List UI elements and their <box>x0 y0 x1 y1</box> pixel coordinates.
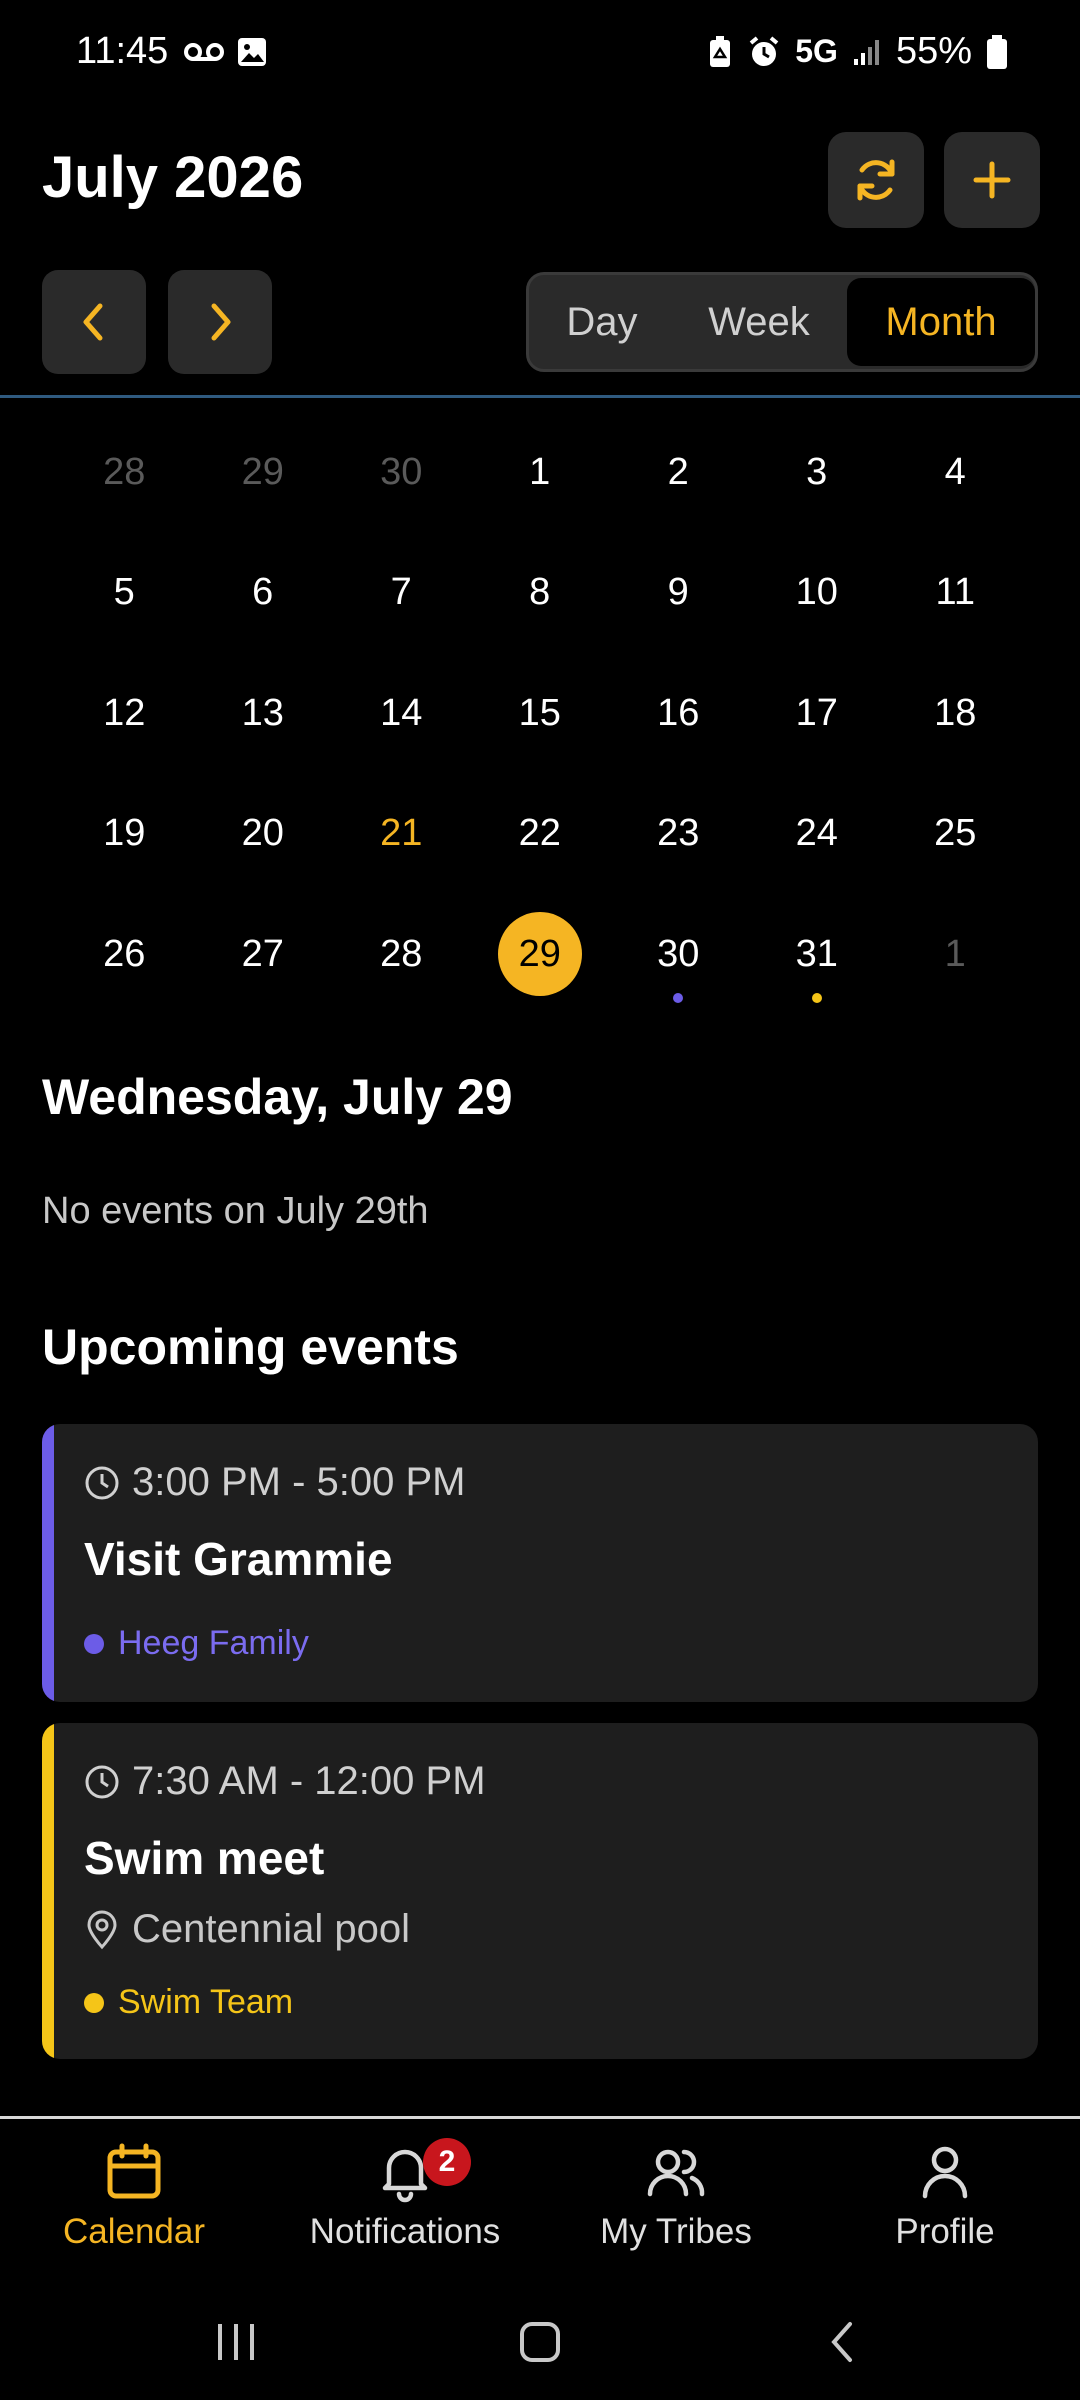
no-events-message: No events on July 29th <box>42 1190 429 1232</box>
network-type: 5G <box>795 33 838 69</box>
upcoming-events-heading: Upcoming events <box>42 1319 459 1375</box>
calendar-day[interactable]: 26 <box>55 894 194 1015</box>
tab-my-tribes-label: My Tribes <box>600 2212 752 2251</box>
calendar-day-prev-month[interactable]: 30 <box>332 412 471 533</box>
chevron-left-icon <box>83 303 103 341</box>
event-title: Swim meet <box>84 1832 325 1884</box>
next-month-button[interactable] <box>168 270 272 374</box>
tab-notifications-label: Notifications <box>309 2212 501 2251</box>
calendar-day[interactable]: 31 <box>748 894 887 1015</box>
calendar-day[interactable]: 17 <box>748 653 887 774</box>
calendar-day-today[interactable]: 21 <box>332 774 471 895</box>
view-switcher: Day Week Month <box>526 272 1038 372</box>
event-location: Centennial pool <box>132 1907 410 1951</box>
calendar-day[interactable]: 1 <box>471 412 610 533</box>
status-time: 11:45 <box>76 30 169 72</box>
calendar-day-prev-month[interactable]: 28 <box>55 412 194 533</box>
alarm-icon <box>749 35 779 66</box>
calendar-day[interactable]: 5 <box>55 533 194 654</box>
signal-icon <box>853 39 879 65</box>
calendar-day[interactable]: 28 <box>332 894 471 1015</box>
users-icon <box>647 2149 705 2197</box>
calendar-day[interactable]: 10 <box>748 533 887 654</box>
image-icon <box>238 38 266 66</box>
calendar-day[interactable]: 11 <box>886 533 1025 654</box>
event-time: 7:30 AM - 12:00 PM <box>132 1759 486 1803</box>
tribe-dot <box>84 1992 104 2013</box>
calendar-day[interactable]: 18 <box>886 653 1025 774</box>
tab-calendar[interactable]: Calendar <box>14 2140 254 2252</box>
calendar-day[interactable]: 30 <box>609 894 748 1015</box>
event-dot <box>673 992 684 1003</box>
event-card[interactable]: 7:30 AM - 12:00 PM Swim meet Centennial … <box>42 1723 1038 2059</box>
calendar-day-selected[interactable]: 29 <box>471 894 610 1015</box>
calendar-day[interactable]: 2 <box>609 412 748 533</box>
calendar-day[interactable]: 6 <box>194 533 333 654</box>
event-tribe: Heeg Family <box>118 1624 309 1662</box>
calendar-day[interactable]: 12 <box>55 653 194 774</box>
calendar-day[interactable]: 24 <box>748 774 887 895</box>
calendar-day[interactable]: 4 <box>886 412 1025 533</box>
event-time: 3:00 PM - 5:00 PM <box>132 1460 466 1504</box>
bottom-nav-divider <box>0 2116 1080 2119</box>
selected-date-heading: Wednesday, July 29 <box>42 1069 513 1125</box>
tab-my-tribes[interactable]: My Tribes <box>556 2140 796 2252</box>
calendar-day[interactable]: 9 <box>609 533 748 654</box>
calendar-day[interactable]: 8 <box>471 533 610 654</box>
tab-notifications[interactable]: 2 Notifications <box>285 2138 525 2252</box>
calendar-day[interactable]: 3 <box>748 412 887 533</box>
view-month-button[interactable]: Month <box>847 278 1035 366</box>
location-pin-icon <box>87 1910 117 1949</box>
view-week-button[interactable]: Week <box>675 275 843 369</box>
previous-month-button[interactable] <box>42 270 146 374</box>
event-color-bar <box>42 1723 54 2059</box>
event-title: Visit Grammie <box>84 1533 393 1585</box>
user-icon <box>922 2146 968 2199</box>
calendar-day[interactable]: 25 <box>886 774 1025 895</box>
month-calendar-grid: 28 29 30 1 2 3 4 5 6 7 8 9 10 11 12 13 1… <box>55 412 1025 1015</box>
calendar-day[interactable]: 20 <box>194 774 333 895</box>
event-dot <box>811 992 822 1003</box>
calendar-day[interactable]: 19 <box>55 774 194 895</box>
clock-icon <box>85 1466 119 1499</box>
calendar-day[interactable]: 16 <box>609 653 748 774</box>
event-card[interactable]: 3:00 PM - 5:00 PM Visit Grammie Heeg Fam… <box>42 1424 1038 1702</box>
calendar-day[interactable]: 27 <box>194 894 333 1015</box>
calendar-day-next-month[interactable]: 1 <box>886 894 1025 1015</box>
system-navigation-bar <box>0 2300 1080 2380</box>
notifications-badge: 2 <box>423 2138 471 2186</box>
battery-icon <box>987 34 1007 69</box>
tab-profile-label: Profile <box>895 2212 995 2251</box>
back-icon[interactable] <box>822 2318 862 2366</box>
calendar-day[interactable]: 13 <box>194 653 333 774</box>
battery-saver-icon <box>710 35 731 67</box>
tab-calendar-label: Calendar <box>62 2212 206 2251</box>
calendar-day[interactable]: 15 <box>471 653 610 774</box>
chevron-right-icon <box>211 303 231 341</box>
home-icon[interactable] <box>516 2318 564 2366</box>
calendar-day[interactable]: 7 <box>332 533 471 654</box>
page-title: July 2026 <box>42 145 304 210</box>
calendar-day[interactable]: 14 <box>332 653 471 774</box>
tab-profile[interactable]: Profile <box>825 2140 1065 2252</box>
event-color-bar <box>42 1424 54 1702</box>
recent-apps-icon[interactable] <box>212 2320 260 2364</box>
calendar-icon <box>107 2143 161 2199</box>
refresh-icon <box>857 159 895 201</box>
calendar-day[interactable]: 22 <box>471 774 610 895</box>
calendar-day[interactable]: 23 <box>609 774 748 895</box>
event-tribe: Swim Team <box>118 1983 294 2021</box>
clock-icon <box>85 1765 119 1798</box>
calendar-day-prev-month[interactable]: 29 <box>194 412 333 533</box>
status-bar: 11:45 5G 55% <box>0 0 1080 106</box>
refresh-button[interactable] <box>828 132 924 228</box>
voicemail-icon <box>184 43 224 61</box>
tribe-dot <box>84 1633 104 1654</box>
plus-icon <box>973 161 1011 199</box>
view-day-button[interactable]: Day <box>529 275 675 369</box>
header-divider <box>0 395 1080 398</box>
battery-percent: 55% <box>895 30 972 72</box>
add-event-button[interactable] <box>944 132 1040 228</box>
